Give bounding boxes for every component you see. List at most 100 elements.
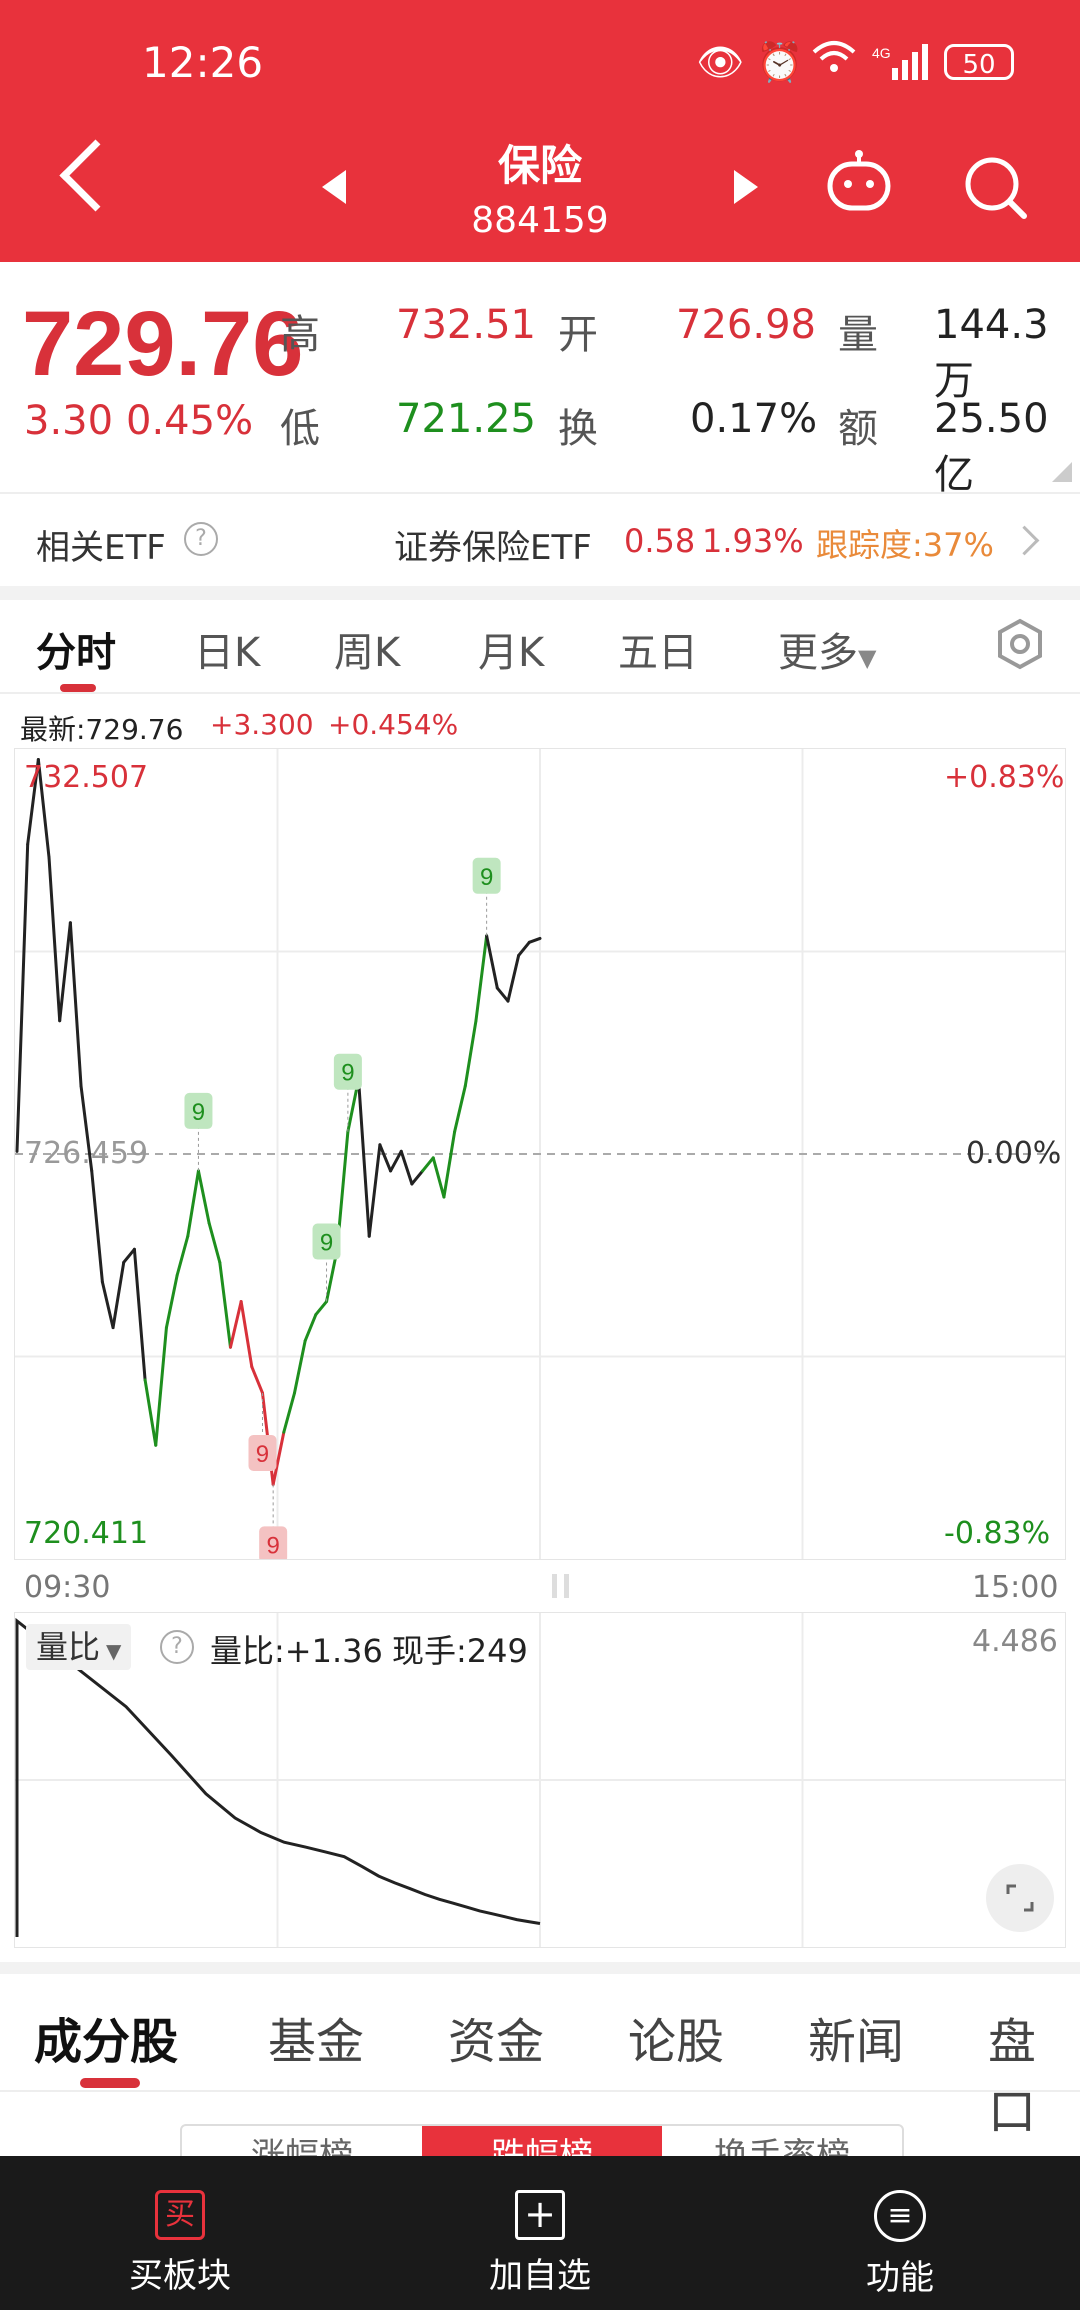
fullscreen-button[interactable]: [986, 1864, 1054, 1932]
volume-ratio-value: 量比:+1.36: [210, 1632, 383, 1670]
drag-handle[interactable]: [548, 1572, 576, 1600]
etf-price: 0.58: [624, 522, 696, 560]
price-line-segment: [90, 1169, 104, 1284]
add-icon: +: [515, 2190, 565, 2240]
signal-icon: 4G: [872, 44, 928, 89]
price-line-segment: [517, 940, 531, 957]
latest-change-pct: +0.454%: [328, 708, 459, 741]
page-title: 保险: [497, 141, 582, 190]
stat-label-open: 开: [558, 312, 598, 358]
price-change: 3.30: [24, 398, 114, 444]
divider: [0, 2090, 1080, 2092]
latest-change: +3.300: [210, 708, 314, 741]
chart-mid-label: 726.459: [24, 1136, 149, 1171]
price-line-segment: [453, 1084, 467, 1134]
stat-label-high: 高: [280, 312, 320, 358]
price-line-segment: [58, 921, 72, 1023]
tab-discussion[interactable]: 论股: [628, 2002, 724, 2072]
stat-value-high: 732.51: [396, 302, 536, 348]
intraday-chart-frame[interactable]: 9 9 9 9 9 9: [14, 748, 1066, 1560]
tab-underline: [80, 2078, 140, 2088]
robot-assistant-icon[interactable]: [824, 150, 894, 218]
price-line-segment: [132, 1247, 147, 1382]
price-line-segment: [506, 953, 521, 1003]
menu-icon: ≡: [874, 2190, 926, 2242]
stock-code: 884159: [471, 200, 609, 241]
chart-end-time: 15:00: [972, 1570, 1059, 1605]
price-line-segment: [421, 1156, 435, 1173]
next-stock-button[interactable]: [734, 170, 758, 204]
stat-value-turnover: 0.17%: [690, 396, 818, 442]
wifi-icon: [812, 40, 856, 85]
header-bar: 12:26 👁 ⏰ 4G 50 保险 884159: [0, 0, 1080, 262]
price-line-segment: [431, 1156, 446, 1199]
expand-corner-icon[interactable]: [1052, 462, 1072, 482]
stat-value-open: 726.98: [676, 302, 816, 348]
related-etf-bar[interactable]: 相关ETF ? 证券保险ETF 0.58 1.93% 跟踪度:37%: [0, 494, 1080, 586]
price-line-segment: [314, 1300, 329, 1317]
tab-capital[interactable]: 资金: [448, 2002, 544, 2072]
help-icon[interactable]: ?: [160, 1630, 194, 1664]
volume-ratio-max: 4.486: [972, 1624, 1058, 1659]
help-icon[interactable]: ?: [184, 522, 218, 556]
stat-value-amount: 25.50亿: [934, 396, 1049, 498]
price-line-segment: [250, 1365, 264, 1395]
price-line-segment: [378, 1143, 393, 1173]
price-line-segment: [367, 1143, 382, 1238]
chart-mid-pct: 0.00%: [966, 1136, 1062, 1171]
search-icon[interactable]: [962, 154, 1028, 224]
signal-label: 9: [192, 1099, 205, 1126]
tab-monthly-k[interactable]: 月K: [478, 620, 544, 678]
price-line-segment: [186, 1169, 200, 1238]
chart-start-time: 09:30: [24, 1570, 111, 1605]
tab-order-book[interactable]: 盘口: [988, 2002, 1080, 2142]
intraday-chart: 9 9 9 9 9 9: [15, 749, 1065, 1559]
fullscreen-icon: [1006, 1884, 1034, 1912]
settings-icon[interactable]: [994, 618, 1046, 674]
price-line-segment: [399, 1149, 414, 1186]
etf-pct: 1.93%: [702, 522, 804, 560]
battery-icon: 50: [944, 44, 1014, 80]
nav-label: 加自选: [489, 2256, 591, 2296]
tab-weekly-k[interactable]: 周K: [334, 620, 400, 678]
price-line-segment: [143, 1378, 158, 1447]
stat-value-volume: 144.3万: [934, 302, 1049, 404]
price-line-segment: [442, 1130, 457, 1199]
price-line-segment: [100, 1280, 115, 1330]
tab-intraday[interactable]: 分时: [36, 620, 116, 678]
nav-add-watchlist[interactable]: + 加自选: [440, 2190, 640, 2297]
price-line-segment: [111, 1260, 126, 1330]
alarm-icon: ⏰: [756, 40, 804, 84]
nav-label: 功能: [866, 2258, 934, 2298]
tab-underline: [60, 684, 96, 692]
price-line-segment: [463, 1019, 478, 1088]
status-time: 12:26: [142, 38, 264, 87]
signal-label: 9: [480, 864, 493, 891]
tab-daily-k[interactable]: 日K: [194, 620, 260, 678]
latest-price-label: 最新:729.76: [20, 713, 184, 746]
tab-more-label: 更多: [778, 630, 858, 676]
tab-news[interactable]: 新闻: [808, 2002, 904, 2072]
nav-functions[interactable]: ≡ 功能: [800, 2190, 1000, 2299]
price-line-segment: [122, 1247, 136, 1264]
tab-more[interactable]: 更多▼: [778, 620, 876, 678]
chart-low-pct: -0.83%: [944, 1516, 1051, 1551]
chart-high-label: 732.507: [24, 760, 149, 795]
tab-five-day[interactable]: 五日: [618, 620, 698, 678]
stat-label-low: 低: [280, 406, 320, 452]
volume-ratio-selector[interactable]: 量比 ▼: [26, 1624, 132, 1670]
price-line-segment: [474, 934, 489, 1023]
dropdown-icon: ▼: [858, 644, 877, 672]
price-change-pct: 0.45%: [126, 398, 254, 444]
nav-buy-sector[interactable]: 买 买板块: [80, 2190, 280, 2297]
price-line-segment: [68, 921, 83, 1088]
price-line-segment: [410, 1169, 425, 1186]
price-line-segment: [218, 1260, 232, 1349]
price-line-segment: [154, 1326, 168, 1447]
price-line-segment: [293, 1339, 307, 1395]
back-button[interactable]: [59, 139, 132, 212]
stat-label-turnover: 换: [558, 406, 598, 452]
price-line-segment: [175, 1234, 190, 1277]
tab-components[interactable]: 成分股: [34, 2002, 178, 2072]
tab-funds[interactable]: 基金: [268, 2002, 364, 2072]
